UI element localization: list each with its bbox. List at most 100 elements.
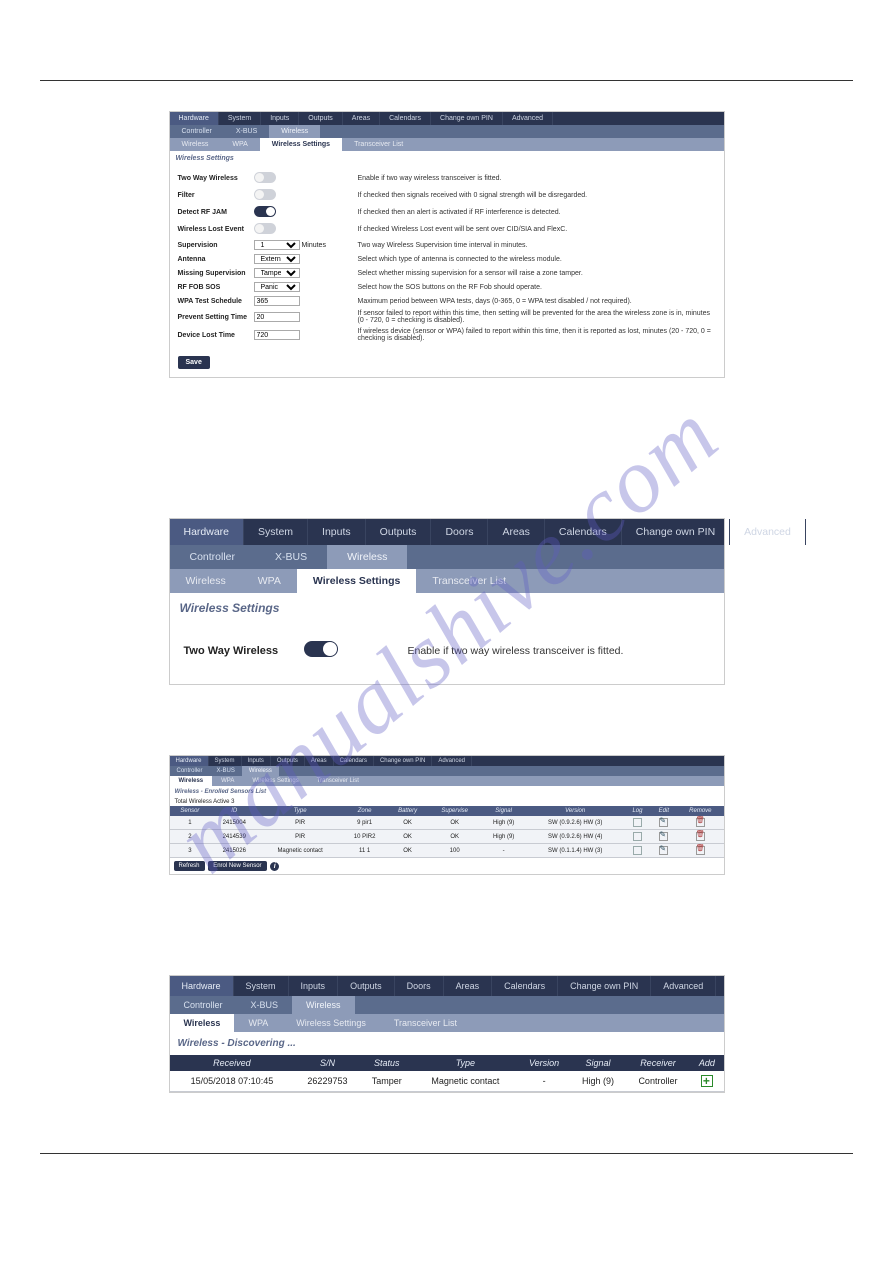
select[interactable]: 1: [254, 240, 300, 250]
setting-label: Filter: [178, 192, 254, 199]
text-input[interactable]: [254, 312, 300, 322]
nav-system[interactable]: System: [209, 756, 242, 766]
cell-signal: High (9): [481, 816, 526, 830]
tab-transceiver-list[interactable]: Transceiver List: [380, 1014, 471, 1032]
nav-hardware[interactable]: Hardware: [170, 112, 219, 125]
nav-advanced[interactable]: Advanced: [432, 756, 472, 766]
tab-wireless[interactable]: Wireless: [170, 569, 242, 593]
nav-system[interactable]: System: [234, 976, 289, 996]
tab-wpa[interactable]: WPA: [220, 138, 259, 151]
nav-controller[interactable]: Controller: [170, 766, 210, 776]
nav-wireless[interactable]: Wireless: [242, 766, 279, 776]
nav-system[interactable]: System: [219, 112, 261, 125]
select[interactable]: External: [254, 254, 300, 264]
nav-advanced[interactable]: Advanced: [503, 112, 553, 125]
refresh-button[interactable]: Refresh: [174, 861, 205, 871]
tab-transceiver-list[interactable]: Transceiver List: [308, 776, 368, 786]
nav-hardware[interactable]: Hardware: [170, 756, 209, 766]
edit-icon[interactable]: [659, 846, 668, 855]
nav-change-pin[interactable]: Change own PIN: [431, 112, 503, 125]
nav-areas[interactable]: Areas: [488, 519, 544, 545]
nav-outputs[interactable]: Outputs: [338, 976, 395, 996]
col-header: Signal: [570, 1055, 625, 1071]
tab-transceiver-list[interactable]: Transceiver List: [342, 138, 415, 151]
nav-areas[interactable]: Areas: [305, 756, 334, 766]
enrol-new-sensor-button[interactable]: Enrol New Sensor: [208, 861, 266, 871]
nav-system[interactable]: System: [244, 519, 308, 545]
tab-wireless-settings[interactable]: Wireless Settings: [297, 569, 416, 593]
save-button[interactable]: Save: [178, 356, 210, 369]
text-input[interactable]: [254, 330, 300, 340]
nav-wireless[interactable]: Wireless: [292, 996, 355, 1014]
nav-doors[interactable]: Doors: [431, 519, 488, 545]
nav-inputs[interactable]: Inputs: [242, 756, 271, 766]
tab-wireless-settings[interactable]: Wireless Settings: [243, 776, 307, 786]
cell-id: 2415004: [210, 816, 258, 830]
tab-wireless[interactable]: Wireless: [170, 776, 213, 786]
nav-change-pin[interactable]: Change own PIN: [558, 976, 651, 996]
nav-subsub: Wireless WPA Wireless Settings Transceiv…: [170, 138, 724, 151]
nav-advanced[interactable]: Advanced: [651, 976, 716, 996]
log-icon[interactable]: [633, 832, 642, 841]
tab-wpa[interactable]: WPA: [234, 1014, 282, 1032]
nav-areas[interactable]: Areas: [444, 976, 493, 996]
nav-change-pin[interactable]: Change own PIN: [374, 756, 432, 766]
edit-icon[interactable]: [659, 818, 668, 827]
log-icon[interactable]: [633, 846, 642, 855]
nav-outputs[interactable]: Outputs: [366, 519, 432, 545]
nav-advanced[interactable]: Advanced: [730, 519, 806, 545]
info-icon[interactable]: i: [270, 862, 279, 871]
tab-wireless-settings[interactable]: Wireless Settings: [260, 138, 342, 151]
nav-controller[interactable]: Controller: [170, 125, 224, 138]
text-input[interactable]: [254, 296, 300, 306]
tab-transceiver-list[interactable]: Transceiver List: [416, 569, 522, 593]
add-icon[interactable]: [701, 1075, 713, 1087]
nav-inputs[interactable]: Inputs: [289, 976, 339, 996]
nav-main: Hardware System Inputs Outputs Doors Are…: [170, 976, 724, 996]
nav-hardware[interactable]: Hardware: [170, 519, 245, 545]
tab-wpa[interactable]: WPA: [212, 776, 243, 786]
nav-xbus[interactable]: X-BUS: [237, 996, 293, 1014]
setting-control: [254, 172, 354, 185]
nav-hardware[interactable]: Hardware: [170, 976, 234, 996]
setting-control: [254, 223, 354, 236]
nav-wireless[interactable]: Wireless: [327, 545, 407, 569]
toggle[interactable]: [254, 206, 276, 217]
nav-calendars[interactable]: Calendars: [380, 112, 431, 125]
toggle-two-way-wireless[interactable]: [304, 641, 338, 657]
remove-icon[interactable]: [696, 818, 705, 827]
select[interactable]: Tamper enabled: [254, 268, 300, 278]
nav-inputs[interactable]: Inputs: [308, 519, 366, 545]
toggle[interactable]: [254, 172, 276, 183]
toggle[interactable]: [254, 223, 276, 234]
nav-doors[interactable]: Doors: [395, 976, 444, 996]
nav-controller[interactable]: Controller: [170, 545, 256, 569]
nav-xbus[interactable]: X-BUS: [210, 766, 242, 776]
nav-calendars[interactable]: Calendars: [334, 756, 374, 766]
select[interactable]: Panic: [254, 282, 300, 292]
setting-control: Tamper enabled: [254, 268, 354, 278]
tab-wireless[interactable]: Wireless: [170, 1014, 235, 1032]
tab-wireless-settings[interactable]: Wireless Settings: [282, 1014, 380, 1032]
setting-label: Detect RF JAM: [178, 209, 254, 216]
edit-icon[interactable]: [659, 832, 668, 841]
nav-xbus[interactable]: X-BUS: [255, 545, 327, 569]
nav-calendars[interactable]: Calendars: [492, 976, 558, 996]
nav-calendars[interactable]: Calendars: [545, 519, 622, 545]
setting-label: Supervision: [178, 242, 254, 249]
nav-areas[interactable]: Areas: [343, 112, 380, 125]
nav-outputs[interactable]: Outputs: [271, 756, 305, 766]
nav-outputs[interactable]: Outputs: [299, 112, 343, 125]
setting-label: Device Lost Time: [178, 332, 254, 339]
tab-wpa[interactable]: WPA: [242, 569, 297, 593]
nav-inputs[interactable]: Inputs: [261, 112, 299, 125]
nav-change-pin[interactable]: Change own PIN: [622, 519, 730, 545]
tab-wireless[interactable]: Wireless: [170, 138, 221, 151]
remove-icon[interactable]: [696, 846, 705, 855]
toggle[interactable]: [254, 189, 276, 200]
nav-wireless[interactable]: Wireless: [269, 125, 320, 138]
nav-xbus[interactable]: X-BUS: [224, 125, 269, 138]
remove-icon[interactable]: [696, 832, 705, 841]
log-icon[interactable]: [633, 818, 642, 827]
nav-controller[interactable]: Controller: [170, 996, 237, 1014]
